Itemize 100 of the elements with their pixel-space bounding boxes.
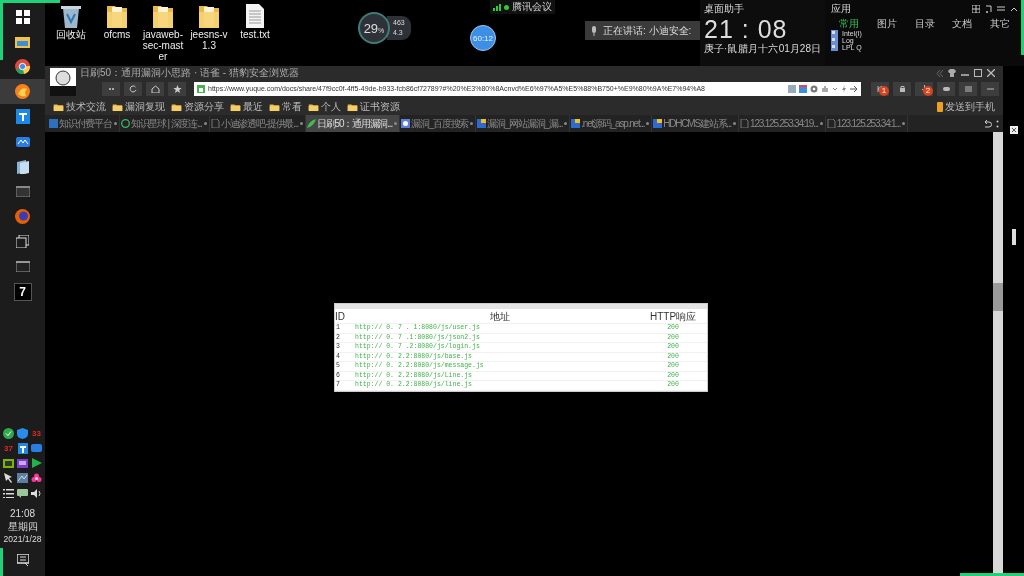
play-icon[interactable] (31, 458, 42, 468)
shirt-icon[interactable] (948, 69, 956, 77)
gear-icon[interactable] (810, 84, 818, 93)
column-header: ID (335, 309, 345, 323)
scrollbar-thumb[interactable] (993, 283, 1003, 311)
home-button[interactable] (146, 81, 164, 96)
list-icon (963, 84, 973, 93)
monitor-icon[interactable] (17, 458, 28, 468)
download-button[interactable]: 2 (915, 81, 933, 96)
panel-tab[interactable]: 常用 (839, 17, 859, 30)
panel-tab[interactable]: 目录 (914, 17, 935, 30)
k-button[interactable]: 1 (871, 81, 889, 96)
windows-stack-icon[interactable] (16, 235, 29, 248)
firefox-icon[interactable] (15, 209, 30, 224)
taskbar-tile[interactable]: 7 (13, 282, 32, 301)
star-button[interactable] (168, 81, 186, 96)
bookmark-folder[interactable]: 资源分享 (171, 100, 224, 113)
bookmark-folder[interactable]: 证书资源 (347, 100, 400, 113)
bird-icon[interactable] (17, 442, 28, 454)
lightning-icon[interactable] (841, 84, 847, 93)
shield-icon[interactable] (17, 427, 28, 439)
bookmark-folder[interactable]: 漏洞复现 (112, 100, 165, 113)
maximize-icon[interactable] (974, 69, 982, 77)
chat-icon[interactable] (17, 488, 28, 498)
folder-icon[interactable] (15, 35, 30, 48)
collapse-icon[interactable] (1010, 5, 1018, 13)
fox-icon[interactable] (15, 84, 30, 99)
grid-icon[interactable] (972, 5, 980, 13)
clock-date: 2021/1/28 (3, 533, 42, 546)
folder-icon[interactable] (198, 4, 220, 28)
check-icon[interactable] (3, 427, 14, 439)
desktop-icon-label[interactable]: jeesns-v1.3 (187, 29, 231, 51)
more-button[interactable] (102, 81, 120, 96)
panel-tab[interactable]: 图片 (876, 17, 897, 30)
page-icon (826, 119, 836, 128)
scrollbar[interactable] (993, 132, 1003, 576)
send-to-phone-button[interactable]: 发送到手机 (937, 100, 995, 113)
list-icon[interactable] (3, 488, 14, 498)
cloud-icon[interactable] (15, 136, 30, 147)
desktop-icon-label[interactable]: 回收站 (49, 29, 93, 40)
folder-icon[interactable] (106, 4, 128, 28)
bookmark-folder[interactable]: 最近 (230, 100, 263, 113)
chrome-icon[interactable] (15, 59, 30, 74)
lock-icon (197, 84, 205, 93)
notification-badge: 1 (879, 85, 889, 96)
speaker-icon[interactable] (31, 488, 42, 498)
square-icon (49, 119, 58, 128)
bookmark-folder[interactable]: 技术交流 (53, 100, 106, 113)
leaf-icon (306, 119, 316, 128)
lock-button[interactable] (893, 81, 911, 96)
recycle-bin-icon[interactable] (61, 4, 81, 28)
refresh-button[interactable] (124, 81, 142, 96)
list-button[interactable] (959, 81, 977, 96)
minus-button[interactable] (981, 81, 999, 96)
pointer-icon[interactable] (3, 473, 14, 483)
calendar-date: 01月28日 (778, 43, 821, 55)
folder-icon[interactable] (152, 4, 174, 28)
menu-icon[interactable] (997, 5, 1005, 13)
more-vertical-icon[interactable] (996, 119, 999, 128)
book-icon[interactable] (16, 159, 29, 174)
refresh-icon (128, 84, 138, 93)
folder-icon (269, 101, 280, 112)
desktop-icon-label[interactable]: javaweb-sec-master (141, 29, 185, 62)
undo-icon[interactable] (983, 119, 992, 128)
gamepad-button[interactable] (937, 81, 955, 96)
terminal-icon[interactable] (15, 186, 30, 197)
desktop-icon-label[interactable]: test.txt (233, 29, 277, 40)
column-header: HTTP响应 (649, 309, 697, 323)
tile-icon (571, 119, 581, 128)
corner-bracket (960, 573, 1024, 576)
microphone-icon (591, 25, 597, 36)
calendar-icon[interactable] (799, 84, 807, 93)
bookmark-folder[interactable]: 常看 (269, 100, 302, 113)
browser-tab[interactable]: 日刷50：通用漏洞... (305, 115, 401, 132)
bookmark-folder[interactable]: 个人 (308, 100, 341, 113)
go-arrow-icon[interactable] (850, 84, 858, 93)
desktop-icon-label[interactable]: ofcms (95, 29, 139, 40)
close-icon[interactable] (1009, 126, 1018, 134)
notification-icon[interactable] (16, 554, 29, 566)
bird-icon[interactable] (15, 109, 30, 124)
folder-icon (171, 101, 182, 112)
text-file-icon[interactable] (246, 4, 264, 28)
notification-badge: 2 (923, 85, 933, 96)
panel-tab[interactable]: 其它 (990, 17, 1010, 30)
close-icon[interactable] (987, 69, 995, 77)
star-icon (172, 84, 182, 93)
windows-icon[interactable] (15, 9, 30, 24)
clock-weekday: 星期四 (7, 520, 38, 533)
lunar-day: 腊月十六 (738, 43, 779, 55)
note-icon[interactable] (985, 5, 992, 13)
folder-icon (112, 101, 123, 112)
widget-title: 桌面助手 (704, 3, 745, 15)
corner-bracket (0, 548, 3, 576)
page-icon (740, 119, 750, 128)
terminal-icon[interactable] (15, 261, 30, 272)
flower-icon[interactable] (31, 472, 42, 484)
panel-tab[interactable]: 文档 (952, 17, 973, 30)
clock-time: 21:08 (10, 507, 35, 520)
card-icon[interactable] (3, 458, 14, 468)
scroll-handle[interactable] (1011, 229, 1016, 245)
